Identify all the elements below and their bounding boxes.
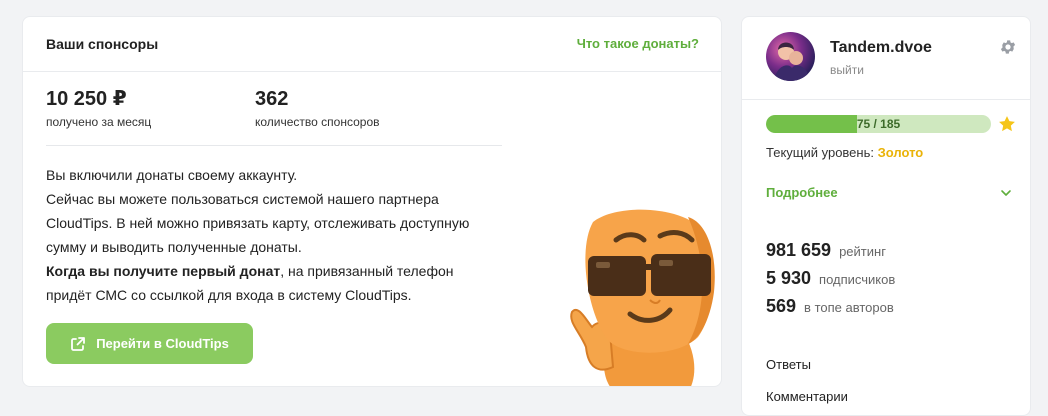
profile-divider bbox=[742, 99, 1030, 100]
sponsors-card: Ваши спонсоры Что такое донаты? 10 250 ₽… bbox=[22, 16, 722, 387]
sponsors-count-stat: 362 количество спонсоров bbox=[255, 87, 380, 129]
top-authors-label: в топе авторов bbox=[804, 300, 894, 315]
details-toggle[interactable]: Подробнее bbox=[766, 185, 838, 200]
what-are-donations-link[interactable]: Что такое донаты? bbox=[577, 36, 699, 51]
donations-info-text: Вы включили донаты своему аккаунту. Сейч… bbox=[46, 163, 496, 307]
sponsors-title: Ваши спонсоры bbox=[46, 36, 159, 52]
logout-link[interactable]: выйти bbox=[830, 63, 864, 77]
rating-stat: 981 659 рейтинг bbox=[766, 240, 886, 261]
current-level: Текущий уровень: Золото bbox=[766, 145, 923, 160]
sponsors-count-caption: количество спонсоров bbox=[255, 115, 380, 129]
rating-label: рейтинг bbox=[839, 244, 886, 259]
current-level-value: Золото bbox=[877, 145, 924, 160]
first-donation-bold: Когда вы получите первый донат bbox=[46, 263, 281, 279]
subscribers-stat[interactable]: 5 930 подписчиков bbox=[766, 268, 895, 289]
info-line-partner: Сейчас вы можете пользоваться системой н… bbox=[46, 191, 470, 255]
username[interactable]: Tandem.dvoe bbox=[830, 39, 932, 57]
income-value: 10 250 ₽ bbox=[46, 88, 127, 110]
current-level-label: Текущий уровень: bbox=[766, 145, 874, 160]
subscribers-label: подписчиков bbox=[819, 272, 896, 287]
sponsors-card-header: Ваши спонсоры Что такое донаты? bbox=[23, 17, 721, 72]
comments-link[interactable]: Комментарии bbox=[766, 389, 848, 404]
profile-card: Tandem.dvoe выйти 75 / 185 Текущий урове… bbox=[741, 16, 1031, 416]
income-stat: 10 250 ₽ получено за месяц bbox=[46, 87, 151, 129]
answers-link[interactable]: Ответы bbox=[766, 357, 811, 372]
top-authors-stat[interactable]: 569 в топе авторов bbox=[766, 296, 894, 317]
go-to-cloudtips-label: Перейти в CloudTips bbox=[96, 336, 229, 351]
avatar-photo bbox=[774, 42, 810, 81]
avatar[interactable] bbox=[766, 32, 815, 81]
subscribers-value: 5 930 bbox=[766, 268, 812, 288]
chevron-down-icon[interactable] bbox=[1000, 187, 1012, 199]
info-line-enabled: Вы включили донаты своему аккаунту. bbox=[46, 167, 298, 183]
gear-icon[interactable] bbox=[999, 38, 1017, 56]
stats-divider bbox=[46, 145, 502, 146]
external-link-icon bbox=[71, 336, 86, 351]
income-caption: получено за месяц bbox=[46, 115, 152, 129]
info-line-first-donation: Когда вы получите первый донат, на привя… bbox=[46, 259, 496, 307]
go-to-cloudtips-button[interactable]: Перейти в CloudTips bbox=[46, 323, 253, 364]
sponsors-count-value: 362 bbox=[255, 88, 289, 110]
sunglasses-mascot-illustration bbox=[570, 209, 715, 386]
level-progress-label: 75 / 185 bbox=[856, 117, 901, 131]
level-progress-bar: 75 / 185 bbox=[766, 115, 991, 133]
top-authors-value: 569 bbox=[766, 296, 797, 316]
star-icon bbox=[999, 116, 1015, 132]
rating-value: 981 659 bbox=[766, 240, 832, 260]
